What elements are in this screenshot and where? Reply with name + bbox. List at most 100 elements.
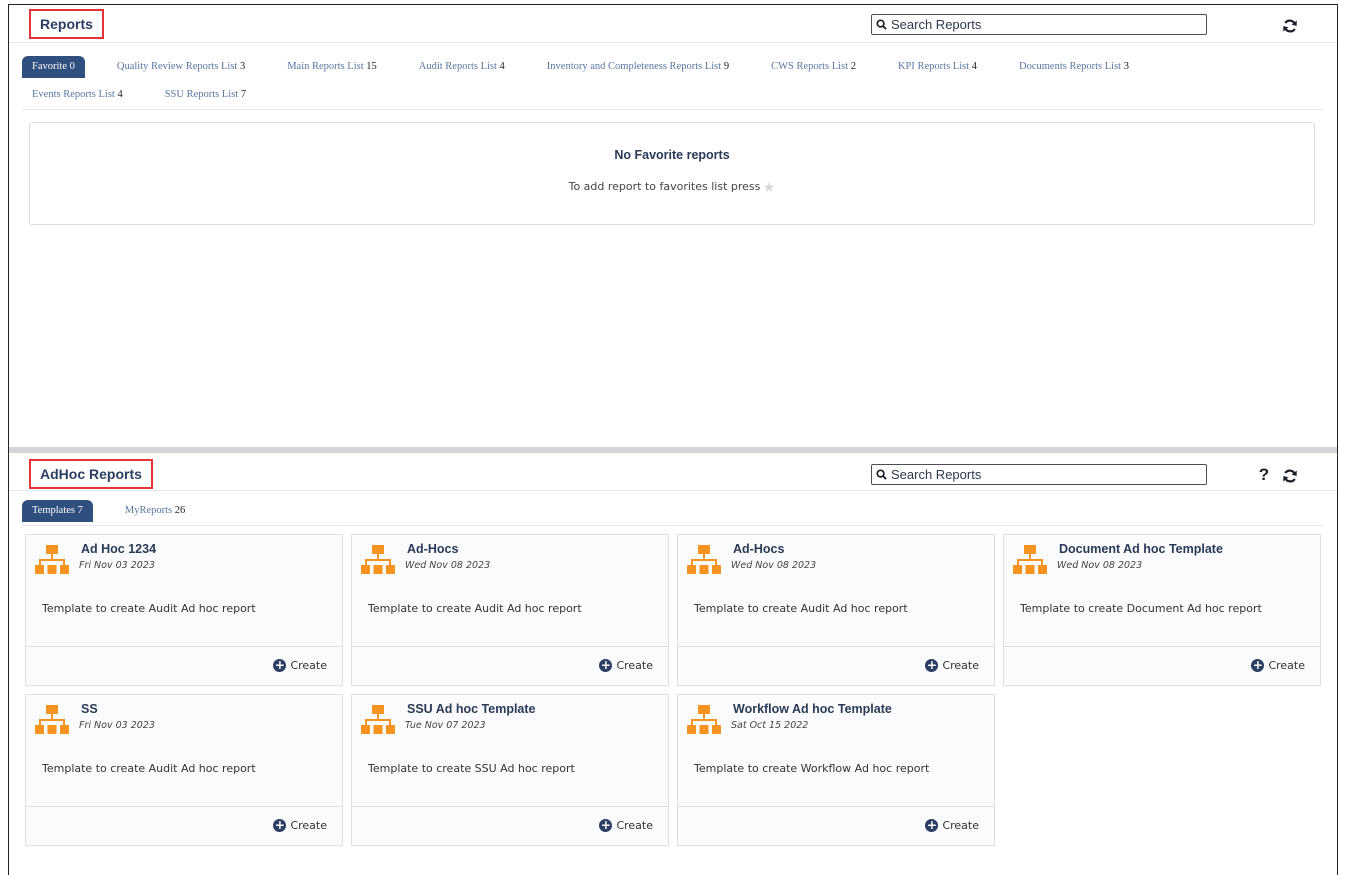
tab-audit-reports-list[interactable]: Audit Reports List 4 <box>409 56 515 78</box>
tab-label: KPI Reports List <box>897 61 970 72</box>
org-chart-icon <box>361 705 395 734</box>
tab-quality-review-reports-list[interactable]: Quality Review Reports List 3 <box>107 56 255 78</box>
plus-circle-icon: + <box>599 658 613 672</box>
create-label: Create <box>290 659 327 672</box>
tab-count: 4 <box>971 61 977 72</box>
org-chart-icon <box>1013 545 1047 574</box>
tab-label: CWS Reports List <box>771 61 849 72</box>
help-icon[interactable]: ? <box>1255 465 1273 484</box>
refresh-icon[interactable] <box>1281 467 1299 485</box>
star-icon <box>764 181 775 192</box>
card-footer: + Create <box>26 806 342 845</box>
section-splitter[interactable] <box>9 447 1337 453</box>
org-chart-icon <box>687 545 721 574</box>
tab-documents-reports-list[interactable]: Documents Reports List 3 <box>1009 56 1139 78</box>
tab-count: 7 <box>240 89 247 100</box>
card-title[interactable]: SS <box>81 702 98 716</box>
create-button[interactable]: + Create <box>925 659 979 672</box>
org-chart-icon <box>35 705 69 734</box>
tab-count: 3 <box>239 61 246 72</box>
card-footer: + Create <box>1004 646 1320 685</box>
tab-label: Quality Review Reports List <box>116 61 238 72</box>
reports-title: Reports <box>29 9 104 39</box>
create-button[interactable]: + Create <box>273 819 327 832</box>
tab-events-reports-list[interactable]: Events Reports List 4 <box>22 84 133 106</box>
reports-tabs-row: Events Reports List 4 SSU Reports List 7 <box>22 83 1323 107</box>
card-date: Wed Nov 08 2023 <box>405 560 491 571</box>
card-description: Template to create Workflow Ad hoc repor… <box>694 762 930 775</box>
tab-cws-reports-list[interactable]: CWS Reports List 2 <box>761 56 866 78</box>
adhoc-tabs: Templates 7 MyReports 26 <box>22 499 1323 523</box>
tab-label: Documents Reports List <box>1019 61 1122 72</box>
card-title[interactable]: Ad-Hocs <box>733 542 784 556</box>
card-description: Template to create Audit Ad hoc report <box>368 602 582 615</box>
create-label: Create <box>290 819 327 832</box>
create-button[interactable]: + Create <box>925 819 979 832</box>
plus-circle-icon: + <box>599 818 613 832</box>
card-date: Fri Nov 03 2023 <box>79 720 155 731</box>
adhoc-header: AdHoc Reports ? <box>9 457 1337 491</box>
create-button[interactable]: + Create <box>1251 659 1305 672</box>
tab-main-reports-list[interactable]: Main Reports List 15 <box>277 56 387 78</box>
tab-kpi-reports-list[interactable]: KPI Reports List 4 <box>888 56 987 78</box>
plus-circle-icon: + <box>925 818 939 832</box>
reports-search-input[interactable] <box>891 17 1191 32</box>
tab-label: Audit Reports List <box>418 61 497 72</box>
card-description: Template to create Audit Ad hoc report <box>42 762 256 775</box>
template-card[interactable]: Workflow Ad hoc Template Sat Oct 15 2022… <box>677 694 995 846</box>
card-description: Template to create Document Ad hoc repor… <box>1020 602 1262 615</box>
create-label: Create <box>616 819 653 832</box>
create-button[interactable]: + Create <box>599 819 653 832</box>
create-button[interactable]: + Create <box>273 659 327 672</box>
favorites-empty-title: No Favorite reports <box>614 148 730 162</box>
create-label: Create <box>942 819 979 832</box>
tab-inventory-and-completeness-reports-list[interactable]: Inventory and Completeness Reports List … <box>537 56 739 78</box>
plus-circle-icon: + <box>925 658 939 672</box>
template-card[interactable]: SS Fri Nov 03 2023 Template to create Au… <box>25 694 343 846</box>
tab-count: 9 <box>723 61 730 72</box>
tab-count: 7 <box>77 505 83 516</box>
refresh-icon[interactable] <box>1281 17 1299 35</box>
card-footer: + Create <box>678 646 994 685</box>
card-date: Fri Nov 03 2023 <box>79 560 155 571</box>
card-date: Tue Nov 07 2023 <box>405 720 486 731</box>
tab-count: 26 <box>174 505 186 516</box>
card-title[interactable]: Document Ad hoc Template <box>1059 542 1223 556</box>
app-frame: Reports Favorite 0 Quality Review Reports… <box>8 4 1338 875</box>
card-title[interactable]: SSU Ad hoc Template <box>407 702 536 716</box>
favorites-empty-hint: To add report to favorites list press <box>30 180 1314 193</box>
card-footer: + Create <box>678 806 994 845</box>
card-title[interactable]: Ad Hoc 1234 <box>81 542 156 556</box>
tab-myreports[interactable]: MyReports 26 <box>115 500 195 522</box>
tab-label: Favorite <box>32 61 67 72</box>
adhoc-tabs-row: Templates 7 MyReports 26 <box>22 499 1323 523</box>
adhoc-search-box[interactable] <box>871 464 1207 485</box>
adhoc-search-input[interactable] <box>891 467 1191 482</box>
adhoc-title: AdHoc Reports <box>29 459 153 489</box>
adhoc-tabs-divider <box>22 525 1323 526</box>
card-date: Sat Oct 15 2022 <box>731 720 809 731</box>
favorites-empty-panel: No Favorite reports To add report to fav… <box>29 122 1315 225</box>
reports-search-box[interactable] <box>871 14 1207 35</box>
tab-ssu-reports-list[interactable]: SSU Reports List 7 <box>155 84 256 106</box>
reports-tabs-row: Favorite 0 Quality Review Reports List 3 M… <box>22 55 1323 79</box>
template-card[interactable]: SSU Ad hoc Template Tue Nov 07 2023 Temp… <box>351 694 669 846</box>
create-label: Create <box>1268 659 1305 672</box>
search-icon <box>876 469 887 480</box>
tab-count: 15 <box>366 61 377 72</box>
plus-circle-icon: + <box>273 658 287 672</box>
template-card[interactable]: Ad Hoc 1234 Fri Nov 03 2023 Template to … <box>25 534 343 686</box>
card-title[interactable]: Workflow Ad hoc Template <box>733 702 892 716</box>
reports-tabs: Favorite 0 Quality Review Reports List 3 M… <box>22 55 1323 107</box>
tab-favorite[interactable]: Favorite 0 <box>22 56 85 78</box>
template-card[interactable]: Ad-Hocs Wed Nov 08 2023 Template to crea… <box>351 534 669 686</box>
template-card[interactable]: Document Ad hoc Template Wed Nov 08 2023… <box>1003 534 1321 686</box>
tab-label: Inventory and Completeness Reports List <box>546 61 722 72</box>
tab-templates[interactable]: Templates 7 <box>22 500 93 522</box>
create-button[interactable]: + Create <box>599 659 653 672</box>
template-card[interactable]: Ad-Hocs Wed Nov 08 2023 Template to crea… <box>677 534 995 686</box>
search-icon <box>876 19 887 30</box>
card-title[interactable]: Ad-Hocs <box>407 542 458 556</box>
card-description: Template to create Audit Ad hoc report <box>42 602 256 615</box>
tab-label: MyReports <box>124 505 173 516</box>
